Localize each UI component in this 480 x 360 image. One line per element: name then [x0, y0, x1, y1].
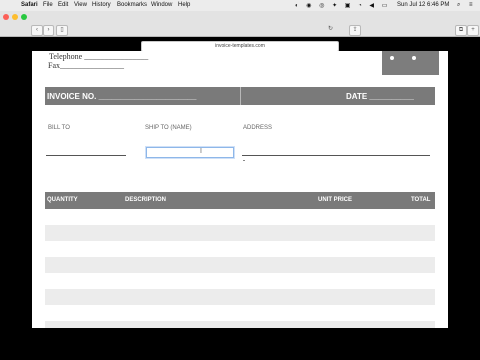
reload-icon[interactable]: ↻ — [326, 25, 335, 34]
menu-edit[interactable]: Edit — [58, 2, 68, 8]
sidebar-button[interactable]: ▯ — [56, 25, 68, 36]
menu-view[interactable]: View — [74, 2, 87, 8]
address-label: ADDRESS — [243, 125, 273, 131]
share-button[interactable]: ⇪ — [349, 25, 361, 36]
ship-to-label: SHIP TO (NAME) — [145, 125, 192, 131]
ship-to-input[interactable]: I — [146, 147, 234, 158]
fax-field[interactable]: Fax________________ — [48, 61, 124, 70]
menu-window[interactable]: Window — [151, 2, 172, 8]
logo-placeholder — [382, 51, 439, 75]
minimize-window-button[interactable] — [12, 14, 18, 20]
tabs-button[interactable]: ⧉ — [455, 25, 467, 36]
menu-help[interactable]: Help — [178, 2, 190, 8]
clock[interactable]: Sun Jul 12 6:46 PM — [397, 2, 449, 8]
search-icon[interactable]: ⌕ — [457, 2, 460, 9]
forward-button[interactable]: › — [43, 25, 54, 36]
back-button[interactable]: ‹ — [31, 25, 43, 36]
notifications-icon[interactable]: ≡ — [469, 2, 473, 8]
browser-toolbar: ‹ › ▯ ↻ ⇪ ⧉ + — [0, 11, 480, 37]
invoice-number-field[interactable]: INVOICE NO. ______________________ — [47, 92, 196, 101]
table-row[interactable] — [45, 257, 435, 273]
text-caret: I — [200, 148, 202, 155]
unit-price-header: UNIT PRICE — [318, 197, 353, 203]
close-window-button[interactable] — [3, 14, 9, 20]
system-menu-bar: Safari File Edit View History Bookmarks … — [0, 0, 480, 11]
quantity-header: QUANTITY — [47, 197, 78, 203]
description-header: DESCRIPTION — [125, 197, 167, 203]
table-row[interactable] — [45, 289, 435, 305]
header-divider — [240, 87, 241, 105]
table-row[interactable] — [45, 321, 435, 328]
invoice-header-bar: INVOICE NO. ______________________ DATE … — [45, 87, 435, 105]
status-icons[interactable]: ◐ ◉ ◎ ✦ ▣ ◔ ◀ ▭ — [295, 2, 390, 9]
bill-to-field[interactable] — [46, 155, 126, 156]
date-field[interactable]: DATE __________ — [346, 92, 414, 101]
table-row[interactable] — [45, 225, 435, 241]
total-header: TOTAL — [411, 197, 431, 203]
invoice-page: Telephone ________________ Fax__________… — [32, 51, 448, 328]
menu-safari[interactable]: Safari — [21, 2, 38, 8]
cursor-mark — [243, 160, 245, 161]
new-tab-button[interactable]: + — [467, 25, 479, 36]
zoom-window-button[interactable] — [21, 14, 27, 20]
menu-bookmarks[interactable]: Bookmarks — [117, 2, 147, 8]
telephone-field[interactable]: Telephone ________________ — [49, 52, 148, 61]
logo-dot-left — [390, 56, 394, 60]
bill-to-label: BILL TO — [48, 125, 70, 131]
logo-dot-right — [412, 56, 416, 60]
menu-file[interactable]: File — [43, 2, 53, 8]
address-field[interactable] — [242, 155, 430, 156]
table-header: QUANTITY DESCRIPTION UNIT PRICE TOTAL — [45, 192, 435, 209]
menu-history[interactable]: History — [92, 2, 111, 8]
